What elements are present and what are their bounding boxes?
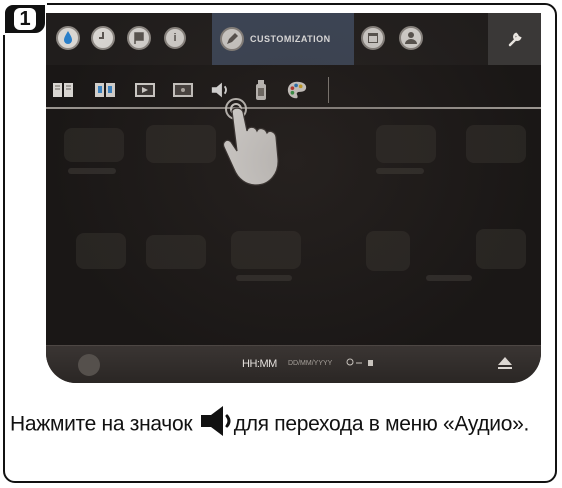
menu-item-ghost	[146, 235, 206, 269]
group-icon	[399, 26, 423, 50]
status-icons	[346, 357, 376, 371]
status-time: HH:MM	[242, 358, 277, 370]
tap-hand-icon	[222, 98, 279, 186]
sub-tab-book[interactable]	[52, 79, 74, 101]
caption-after: для перехода в меню «Аудио».	[233, 412, 530, 436]
menu-item-ghost	[146, 125, 216, 163]
tab-customization[interactable]: CUSTOMIZATION	[212, 13, 354, 65]
wrench-icon	[508, 32, 522, 47]
book-icon	[53, 83, 73, 97]
eject-icon[interactable]	[494, 356, 516, 372]
menu-item-ghost	[64, 128, 124, 162]
caption-before: Нажмите на значок	[10, 412, 198, 436]
menu-label-ghost	[426, 275, 472, 281]
menu-label-ghost	[68, 168, 116, 174]
menu-item-ghost	[366, 231, 410, 271]
tab-info[interactable]: i	[158, 21, 192, 55]
tab-water[interactable]	[51, 21, 85, 55]
menu-item-ghost	[376, 125, 436, 163]
picture-icon	[135, 83, 155, 97]
sub-tab-display[interactable]	[172, 79, 194, 101]
tab-group[interactable]	[394, 21, 428, 55]
step-number: 1	[14, 8, 36, 30]
tab-calendar[interactable]	[356, 21, 390, 55]
display-icon	[173, 83, 193, 97]
open-book-icon	[95, 83, 115, 97]
info-icon: i	[164, 27, 186, 49]
tab-clock[interactable]	[86, 21, 120, 55]
step-badge: 1	[3, 3, 47, 35]
tab-flag[interactable]	[122, 21, 156, 55]
top-tab-bar: i CUSTOMIZATION	[46, 13, 541, 65]
status-bar: HH:MM DD/MM/YYYY	[46, 345, 541, 383]
clock-icon	[91, 26, 115, 50]
home-button[interactable]	[78, 354, 100, 376]
water-drop-icon	[56, 26, 80, 50]
sub-tab-picture[interactable]	[134, 79, 156, 101]
speaker-icon	[199, 405, 233, 445]
menu-item-ghost	[231, 231, 301, 269]
status-date: DD/MM/YYYY	[288, 360, 333, 367]
sub-tab-open-book[interactable]	[94, 79, 116, 101]
instruction-caption: Нажмите на значок для перехода в меню «А…	[10, 405, 555, 445]
pencil-icon	[220, 27, 244, 51]
flag-icon	[127, 26, 151, 50]
menu-item-ghost	[476, 229, 526, 269]
menu-item-ghost	[466, 125, 526, 163]
device-screen: i CUSTOMIZATION HH:MM DD/MM/YYYY	[46, 13, 541, 383]
menu-label-ghost	[236, 275, 292, 281]
calendar-icon	[361, 26, 385, 50]
tab-tools[interactable]	[488, 13, 541, 65]
sub-tab-divider	[328, 77, 329, 103]
tab-customization-label: CUSTOMIZATION	[250, 34, 331, 44]
signal-icon	[346, 358, 373, 366]
menu-item-ghost	[76, 233, 126, 269]
menu-label-ghost	[376, 168, 424, 174]
